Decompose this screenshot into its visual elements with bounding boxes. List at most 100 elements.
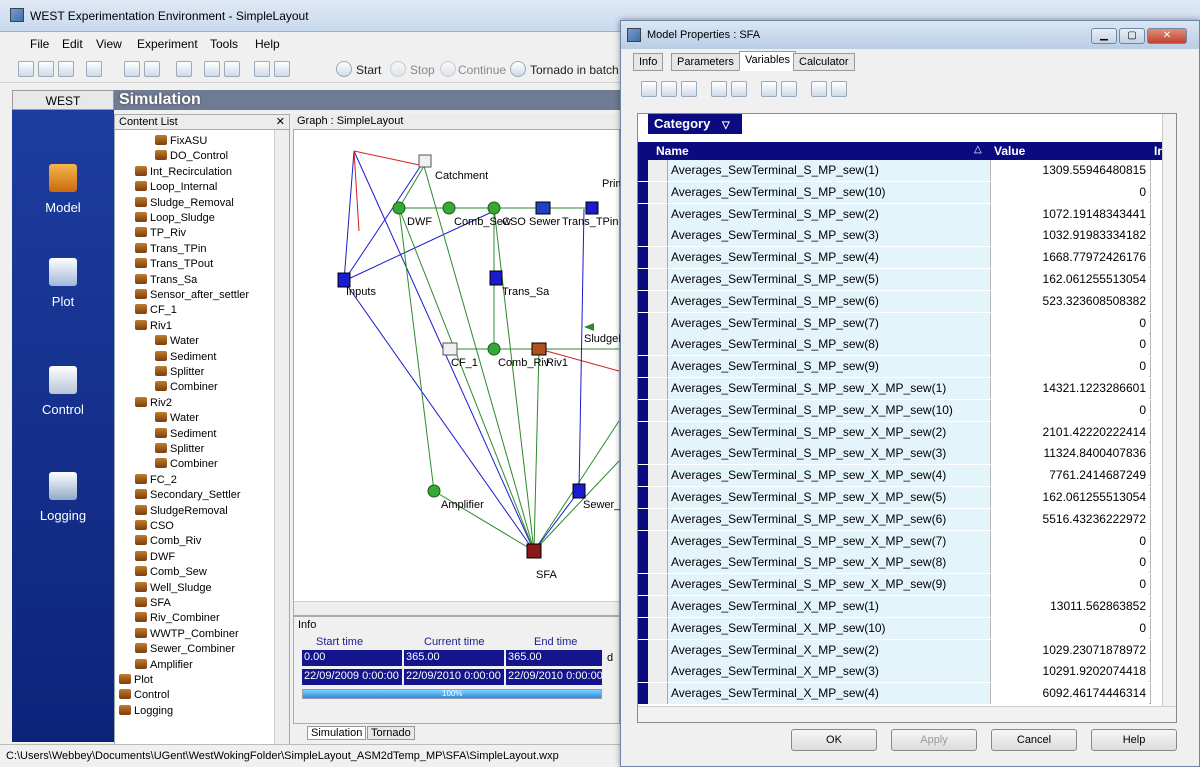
- sewer-node[interactable]: [535, 201, 551, 215]
- continue-button[interactable]: Continue: [458, 63, 506, 77]
- filter-clear-icon[interactable]: [731, 81, 747, 97]
- tab-parameters[interactable]: Parameters: [671, 53, 740, 71]
- start-button[interactable]: Start: [356, 63, 381, 77]
- row-selector[interactable]: [648, 508, 668, 530]
- row-selector[interactable]: [648, 290, 668, 312]
- tree-item[interactable]: Combiner: [155, 381, 218, 393]
- variable-ini[interactable]: [1150, 160, 1162, 181]
- variable-ini[interactable]: [1150, 443, 1162, 465]
- tree-item[interactable]: Water: [155, 335, 199, 347]
- table-row[interactable]: Averages_SewTerminal_S_MP_sew_X_MP_sew(7…: [638, 530, 1176, 552]
- riv1-node[interactable]: [531, 342, 547, 356]
- variable-ini[interactable]: [1150, 596, 1162, 617]
- variable-value[interactable]: 2101.42220222414: [990, 421, 1149, 443]
- tab-simulation[interactable]: Simulation: [307, 726, 367, 740]
- tree-item[interactable]: Loop_Internal: [135, 181, 217, 193]
- tree-item[interactable]: TP_Riv: [135, 227, 186, 239]
- arrow-down-icon[interactable]: [761, 81, 777, 97]
- open-icon[interactable]: [38, 61, 54, 77]
- cso-node[interactable]: [487, 201, 501, 215]
- variable-value[interactable]: 11324.8400407836: [990, 443, 1149, 465]
- disconnect-icon[interactable]: [274, 61, 290, 77]
- cf1-node[interactable]: [442, 342, 458, 356]
- table-row[interactable]: Averages_SewTerminal_X_MP_sew(4) 6092.461…: [638, 683, 1176, 705]
- row-selector[interactable]: [648, 639, 668, 661]
- table-row[interactable]: Averages_SewTerminal_S_MP_sew(3) 1032.919…: [638, 225, 1176, 247]
- sewer-out-node[interactable]: [572, 483, 586, 499]
- tree-item[interactable]: FC_2: [135, 473, 177, 486]
- west-item-plot[interactable]: Plot: [12, 258, 114, 309]
- tree-item[interactable]: Trans_TPin: [135, 242, 206, 255]
- west-item-logging[interactable]: Logging: [12, 472, 114, 523]
- catchment-node[interactable]: [418, 154, 432, 168]
- content-list-scrollbar[interactable]: [274, 130, 289, 748]
- tree-item[interactable]: DWF: [135, 550, 175, 563]
- row-selector[interactable]: [648, 661, 668, 683]
- variable-value[interactable]: 0: [990, 334, 1149, 356]
- trans-sa-node[interactable]: [489, 270, 503, 286]
- variable-value[interactable]: 1309.55946480815: [990, 160, 1149, 181]
- table-row[interactable]: Averages_SewTerminal_S_MP_sew_X_MP_sew(1…: [638, 399, 1176, 421]
- menu-tools[interactable]: Tools: [210, 37, 238, 51]
- variable-ini[interactable]: [1150, 181, 1162, 203]
- tree-item[interactable]: Loop_Sludge: [135, 212, 215, 224]
- tree-item[interactable]: Sewer_Combiner: [135, 643, 235, 655]
- variable-ini[interactable]: [1150, 356, 1162, 378]
- collapse-icon[interactable]: [661, 81, 677, 97]
- trans-tpin-node[interactable]: [585, 201, 599, 215]
- variable-value[interactable]: 5516.43236222972: [990, 508, 1149, 530]
- row-selector[interactable]: [648, 683, 668, 705]
- variable-value[interactable]: 523.323608508382: [990, 290, 1149, 312]
- table-row[interactable]: Averages_SewTerminal_S_MP_sew_X_MP_sew(8…: [638, 552, 1176, 574]
- row-selector[interactable]: [648, 334, 668, 356]
- tree-item[interactable]: Control: [119, 689, 169, 701]
- table-row[interactable]: Averages_SewTerminal_S_MP_sew_X_MP_sew(3…: [638, 443, 1176, 465]
- variable-ini[interactable]: [1150, 617, 1162, 639]
- table-row[interactable]: Averages_SewTerminal_S_MP_sew(8) 0: [638, 334, 1176, 356]
- variable-value[interactable]: 14321.1223286601: [990, 378, 1149, 399]
- row-selector[interactable]: [648, 617, 668, 639]
- row-selector[interactable]: [648, 160, 668, 181]
- tree-item[interactable]: Secondary_Settler: [135, 489, 241, 501]
- tree-item[interactable]: DO_Control: [155, 150, 228, 162]
- variable-ini[interactable]: [1150, 574, 1162, 596]
- view-icon[interactable]: [124, 61, 140, 77]
- row-selector[interactable]: [648, 443, 668, 465]
- variable-value[interactable]: 6092.46174446314: [990, 683, 1149, 705]
- variable-value[interactable]: 162.061255513054: [990, 487, 1149, 508]
- row-selector[interactable]: [648, 530, 668, 552]
- tree-item[interactable]: Sediment: [155, 350, 216, 363]
- variable-value[interactable]: 13011.562863852: [990, 596, 1149, 617]
- variable-ini[interactable]: [1150, 487, 1162, 508]
- row-selector[interactable]: [648, 247, 668, 269]
- tab-variables[interactable]: Variables: [739, 51, 797, 71]
- table-row[interactable]: Averages_SewTerminal_X_MP_sew(3) 10291.92…: [638, 661, 1176, 683]
- category-button[interactable]: Category ▽: [648, 114, 742, 134]
- table-row[interactable]: Averages_SewTerminal_S_MP_sew(6) 523.3236…: [638, 290, 1176, 312]
- variable-ini[interactable]: [1150, 290, 1162, 312]
- expand-icon[interactable]: [681, 81, 697, 97]
- tree-item[interactable]: Amplifier: [135, 658, 193, 671]
- tree-item[interactable]: Trans_Sa: [135, 273, 197, 286]
- inputs-node[interactable]: [337, 272, 351, 288]
- tree-item[interactable]: Logging: [119, 704, 173, 717]
- variable-value[interactable]: 0: [990, 399, 1149, 421]
- variable-value[interactable]: 0: [990, 181, 1149, 203]
- variable-value[interactable]: 0: [990, 312, 1149, 334]
- row-selector[interactable]: [648, 399, 668, 421]
- tab-tornado[interactable]: Tornado: [367, 726, 415, 740]
- tree-item[interactable]: SFA: [135, 597, 171, 609]
- table-row[interactable]: Averages_SewTerminal_X_MP_sew(2) 1029.230…: [638, 639, 1176, 661]
- add-icon[interactable]: [204, 61, 220, 77]
- tree-item[interactable]: Splitter: [155, 443, 204, 455]
- variable-value[interactable]: 162.061255513054: [990, 269, 1149, 290]
- tree-item[interactable]: Trans_TPout: [135, 258, 213, 270]
- variable-value[interactable]: 0: [990, 530, 1149, 552]
- row-selector[interactable]: [648, 552, 668, 574]
- variable-value[interactable]: 1668.77972426176: [990, 247, 1149, 269]
- variable-ini[interactable]: [1150, 334, 1162, 356]
- table-row[interactable]: Averages_SewTerminal_S_MP_sew(10) 0: [638, 181, 1176, 203]
- row-selector[interactable]: [648, 181, 668, 203]
- table-row[interactable]: Averages_SewTerminal_S_MP_sew_X_MP_sew(9…: [638, 574, 1176, 596]
- print-icon[interactable]: [86, 61, 102, 77]
